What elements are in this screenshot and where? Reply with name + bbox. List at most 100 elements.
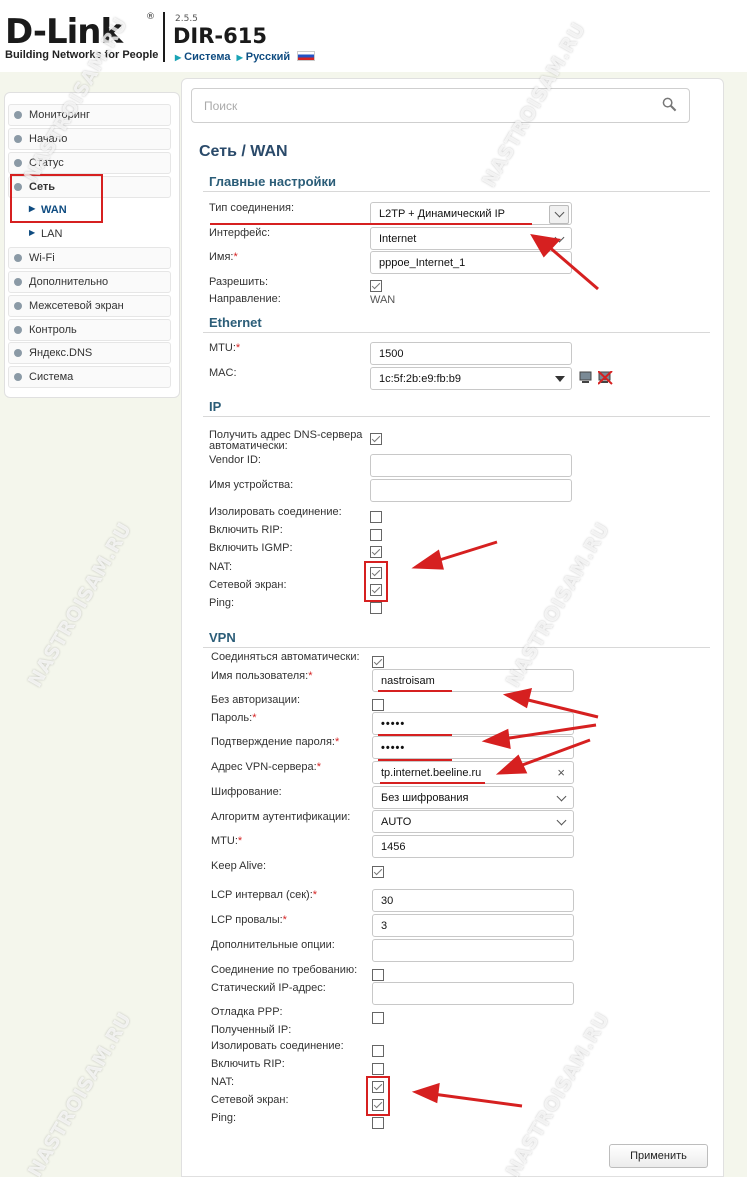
direction-value: WAN — [370, 294, 396, 306]
bullet-icon — [14, 302, 22, 310]
vpn-server-label: Адрес VPN-сервера:* — [211, 761, 321, 773]
mac-label: MAC: — [209, 367, 237, 379]
vpn-isolate-label: Изолировать соединение: — [211, 1040, 344, 1052]
vpn-password-input[interactable]: ••••• — [372, 712, 574, 735]
vpn-lcp-fails-input[interactable]: 3 — [372, 914, 574, 937]
device-model: DIR-615 — [173, 24, 267, 48]
sidebar-item-yandex-dns[interactable]: Яндекс.DNS — [8, 342, 171, 364]
bullet-icon — [14, 254, 22, 262]
ip-rip-checkbox[interactable] — [370, 529, 382, 541]
search-icon[interactable] — [662, 97, 677, 112]
section-divider — [203, 332, 710, 333]
vpn-lcp-interval-label: LCP интервал (сек):* — [211, 889, 318, 901]
annotation-underline-password-confirm — [378, 759, 452, 761]
sidebar-item-advanced[interactable]: Дополнительно — [8, 271, 171, 293]
vpn-keepalive-label: Keep Alive: — [211, 860, 267, 872]
sidebar-item-firewall[interactable]: Межсетевой экран — [8, 295, 171, 317]
clear-icon[interactable]: × — [557, 765, 565, 780]
ip-ping-checkbox[interactable] — [370, 602, 382, 614]
allow-checkbox[interactable] — [370, 280, 382, 292]
dns-auto-label-cont: автоматически: — [209, 440, 288, 452]
vpn-auto-connect-label: Соединяться автоматически: — [211, 651, 360, 663]
vpn-password-confirm-label: Подтверждение пароля:* — [211, 736, 340, 748]
vpn-on-demand-checkbox[interactable] — [372, 969, 384, 981]
annotation-underline-password — [378, 734, 452, 736]
apply-button[interactable]: Применить — [609, 1144, 708, 1168]
vpn-password-confirm-input[interactable]: ••••• — [372, 736, 574, 759]
vpn-static-ip-input[interactable] — [372, 982, 574, 1005]
bullet-icon — [14, 278, 22, 286]
registered-mark: ® — [146, 12, 155, 22]
section-ethernet: Ethernet — [209, 315, 262, 330]
vpn-server-input[interactable]: tp.internet.beeline.ru × — [372, 761, 574, 784]
ethernet-mtu-input[interactable]: 1500 — [370, 342, 572, 365]
bullet-icon — [14, 159, 22, 167]
vpn-username-input[interactable]: nastroisam — [372, 669, 574, 692]
search-input[interactable]: Поиск — [191, 88, 690, 123]
vpn-extra-options-label: Дополнительные опции: — [211, 939, 335, 951]
brand-tagline: Building Networks for People — [5, 49, 159, 61]
vpn-lcp-fails-label: LCP провалы:* — [211, 914, 287, 926]
vpn-rip-checkbox[interactable] — [372, 1063, 384, 1075]
ip-ping-label: Ping: — [209, 597, 235, 609]
vpn-auth-algo-label: Алгоритм аутентификации: — [211, 811, 351, 823]
vpn-auth-algo-select[interactable]: AUTO — [372, 810, 574, 833]
page-title: Сеть / WAN — [199, 143, 288, 160]
header-divider — [163, 12, 165, 62]
bullet-icon — [14, 373, 22, 381]
interface-select[interactable]: Internet — [370, 227, 572, 250]
annotation-underline-connection-type — [210, 223, 532, 225]
annotation-box-network — [10, 174, 103, 223]
clone-mac-icon[interactable] — [579, 371, 594, 385]
vpn-isolate-checkbox[interactable] — [372, 1045, 384, 1057]
language-link[interactable]: Русский — [246, 51, 290, 63]
sidebar-item-monitoring[interactable]: Мониторинг — [8, 104, 171, 126]
vpn-lcp-interval-input[interactable]: 30 — [372, 889, 574, 912]
interface-label: Интерфейс: — [209, 227, 270, 239]
sidebar-item-wifi[interactable]: Wi-Fi — [8, 247, 171, 269]
section-vpn: VPN — [209, 630, 236, 645]
sidebar-item-lan[interactable]: ▶ LAN — [8, 224, 171, 246]
annotation-box-ip-nat — [364, 561, 388, 602]
dns-auto-checkbox[interactable] — [370, 433, 382, 445]
vpn-ppp-debug-label: Отладка PPP: — [211, 1006, 283, 1018]
reset-mac-icon[interactable] — [598, 371, 613, 385]
vpn-rip-label: Включить RIP: — [211, 1058, 285, 1070]
vpn-no-auth-checkbox[interactable] — [372, 699, 384, 711]
mac-select[interactable]: 1c:5f:2b:e9:fb:b9 — [370, 367, 572, 390]
vpn-encryption-select[interactable]: Без шифрования — [372, 786, 574, 809]
ethernet-mtu-label: MTU:* — [209, 342, 241, 354]
vpn-static-ip-label: Статический IP-адрес: — [211, 982, 326, 994]
connection-type-select[interactable]: L2TP + Динамический IP — [370, 202, 572, 225]
bullet-icon — [14, 111, 22, 119]
ip-isolate-checkbox[interactable] — [370, 511, 382, 523]
ip-igmp-checkbox[interactable] — [370, 546, 382, 558]
ip-isolate-label: Изолировать соединение: — [209, 506, 342, 518]
triangle-icon: ▶ — [175, 53, 182, 62]
vpn-auto-connect-checkbox[interactable] — [372, 656, 384, 668]
sidebar-item-start[interactable]: Начало — [8, 128, 171, 150]
vpn-ping-checkbox[interactable] — [372, 1117, 384, 1129]
vendor-id-input[interactable] — [370, 454, 572, 477]
vpn-mtu-input[interactable]: 1456 — [372, 835, 574, 858]
device-name-input[interactable] — [370, 479, 572, 502]
vpn-extra-options-input[interactable] — [372, 939, 574, 962]
watermark: NASTROISAM.RU — [24, 1008, 137, 1177]
watermark: NASTROISAM.RU — [24, 518, 137, 691]
name-input[interactable]: pppoe_Internet_1 — [370, 251, 572, 274]
bullet-icon — [14, 135, 22, 143]
name-label: Имя:* — [209, 251, 238, 263]
vpn-firewall-label: Сетевой экран: — [211, 1094, 289, 1106]
vpn-on-demand-label: Соединение по требованию: — [211, 964, 358, 976]
russian-flag-icon[interactable] — [297, 51, 316, 61]
vpn-keepalive-checkbox[interactable] — [372, 866, 384, 878]
bullet-icon — [14, 349, 22, 357]
vpn-received-ip-label: Полученный IP: — [211, 1024, 292, 1036]
vpn-ppp-debug-checkbox[interactable] — [372, 1012, 384, 1024]
sidebar-item-control[interactable]: Контроль — [8, 319, 171, 341]
system-link[interactable]: Система — [184, 51, 230, 63]
device-name-label: Имя устройства: — [209, 479, 294, 491]
sidebar-item-system[interactable]: Система — [8, 366, 171, 388]
direction-label: Направление: — [209, 293, 281, 305]
allow-label: Разрешить: — [209, 276, 269, 288]
